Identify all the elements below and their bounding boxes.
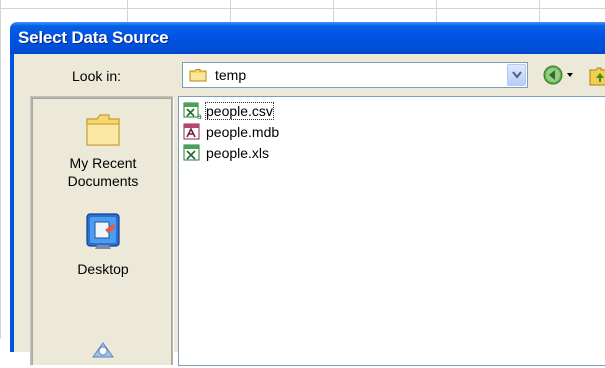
dialog-body: Look in: temp My Recent Documents Deskto… xyxy=(10,54,605,366)
my-documents-icon xyxy=(92,342,114,358)
place-my-recent-documents[interactable]: My Recent Documents xyxy=(33,111,173,190)
select-data-source-dialog: Select Data Source Look in: temp My Rece… xyxy=(10,22,605,366)
place-desktop[interactable]: Desktop xyxy=(33,211,173,278)
file-name: people.csv xyxy=(205,102,274,120)
grid-line xyxy=(0,8,605,9)
grid-line xyxy=(0,0,1,339)
look-in-dropdown-button[interactable] xyxy=(507,64,526,86)
svg-text:a: a xyxy=(197,112,202,120)
look-in-label: Look in: xyxy=(72,68,122,84)
file-item[interactable]: people.xls xyxy=(183,143,303,163)
places-bar-inner: My Recent Documents Desktop xyxy=(32,98,172,365)
place-label: Desktop xyxy=(77,261,129,277)
recent-documents-icon xyxy=(86,114,120,146)
dialog-title: Select Data Source xyxy=(18,28,169,47)
excel-workbook-icon xyxy=(183,144,200,161)
file-name: people.mdb xyxy=(206,124,280,140)
look-in-value: temp xyxy=(215,67,247,83)
look-in-combobox[interactable]: temp xyxy=(182,62,528,88)
place-label: My Recent xyxy=(69,155,137,171)
up-folder-icon[interactable] xyxy=(589,66,605,86)
file-name: people.xls xyxy=(206,145,270,161)
access-database-icon xyxy=(183,123,200,140)
file-list[interactable]: a people.csv people.mdb people.xls xyxy=(178,96,605,366)
places-bar: My Recent Documents Desktop xyxy=(30,96,174,366)
chevron-down-icon xyxy=(512,71,522,79)
excel-csv-icon: a xyxy=(183,102,202,120)
file-item[interactable]: people.mdb xyxy=(183,122,303,142)
desktop-icon xyxy=(86,213,120,249)
file-item[interactable]: a people.csv xyxy=(183,101,303,121)
place-label: Documents xyxy=(67,173,139,189)
folder-icon xyxy=(189,69,207,82)
back-arrow-icon[interactable] xyxy=(542,64,564,86)
dropdown-arrow-icon[interactable] xyxy=(567,73,573,77)
place-my-documents[interactable] xyxy=(33,333,173,368)
dialog-titlebar[interactable]: Select Data Source xyxy=(10,22,605,54)
